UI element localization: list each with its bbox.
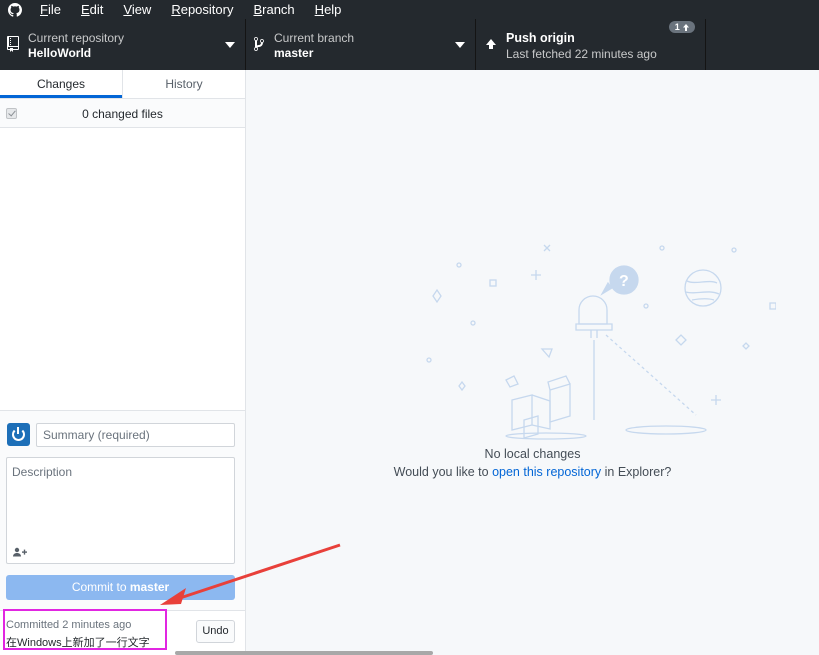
changes-header: 0 changed files	[0, 99, 245, 128]
summary-input[interactable]	[36, 423, 235, 447]
no-changes-sub-prefix: Would you like to	[393, 465, 493, 479]
push-origin-label: Push origin	[506, 31, 575, 45]
description-input[interactable]	[7, 458, 234, 538]
menu-repository[interactable]: Repository	[161, 0, 243, 19]
chevron-down-icon	[455, 42, 465, 48]
menu-file[interactable]: File	[30, 0, 71, 19]
no-changes-title: No local changes	[484, 447, 581, 461]
undo-button[interactable]: Undo	[196, 620, 235, 643]
ahead-count-badge: 1	[669, 21, 695, 33]
tab-changes[interactable]: Changes	[0, 70, 122, 98]
chevron-down-icon	[225, 42, 235, 48]
github-logo-icon	[0, 0, 30, 19]
menu-view[interactable]: View	[113, 0, 161, 19]
arrow-up-icon	[683, 24, 690, 31]
commit-button[interactable]: Commit to master	[6, 575, 235, 600]
changed-files-count: 0 changed files	[82, 107, 163, 121]
toolbar: Current repository HelloWorld Current br…	[0, 19, 819, 70]
sidebar: Changes History 0 changed files Commit t…	[0, 70, 246, 655]
tab-bar: Changes History	[0, 70, 245, 99]
no-changes-subtitle: Would you like to open this repository i…	[246, 465, 819, 479]
avatar	[7, 423, 30, 446]
description-field[interactable]	[6, 457, 235, 564]
commit-panel: Commit to master	[0, 410, 245, 610]
commit-button-branch: master	[129, 580, 170, 594]
current-branch-button[interactable]: Current branch master	[246, 19, 476, 70]
current-repository-label: Current repository	[28, 31, 125, 45]
add-coauthor-icon[interactable]	[13, 547, 27, 557]
current-repository-value: HelloWorld	[28, 46, 92, 60]
no-changes-sub-suffix: in Explorer?	[601, 465, 672, 479]
last-fetched-text: Last fetched 22 minutes ago	[506, 47, 657, 61]
menu-branch[interactable]: Branch	[243, 0, 304, 19]
arrow-up-icon	[486, 39, 496, 49]
branch-icon	[254, 36, 264, 51]
annotation-highlight-box	[3, 609, 167, 650]
main-panel: ? No local changes Would you like to ope…	[246, 70, 819, 655]
current-repository-button[interactable]: Current repository HelloWorld	[0, 19, 246, 70]
no-changes-illustration: ?	[426, 244, 776, 440]
menu-bar: File Edit View Repository Branch Help	[0, 0, 819, 19]
svg-text:?: ?	[619, 273, 629, 290]
current-branch-value: master	[274, 46, 314, 60]
horizontal-scrollbar[interactable]	[175, 651, 433, 655]
menu-help[interactable]: Help	[305, 0, 352, 19]
repo-icon	[7, 36, 19, 52]
menu-edit[interactable]: Edit	[71, 0, 113, 19]
current-branch-label: Current branch	[274, 31, 355, 45]
open-repository-link[interactable]: open this repository	[492, 465, 601, 479]
commit-button-prefix: Commit to	[71, 580, 130, 594]
ahead-count: 1	[674, 22, 680, 32]
tab-history[interactable]: History	[122, 70, 245, 98]
